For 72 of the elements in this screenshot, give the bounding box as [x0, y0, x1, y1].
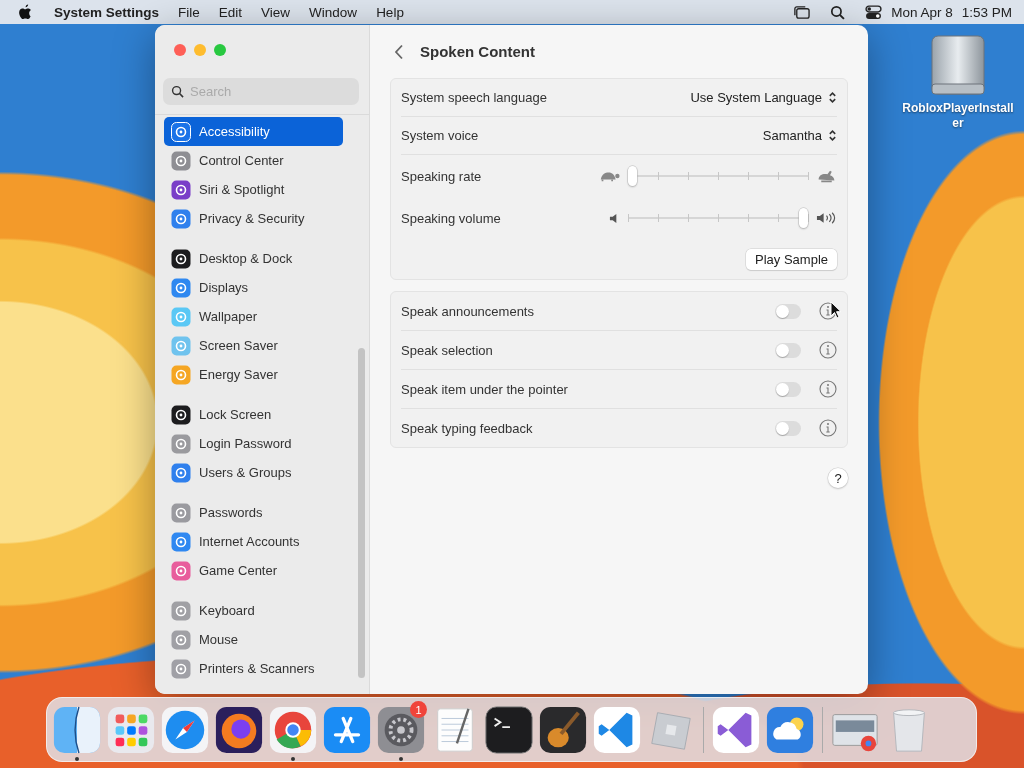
menu-item[interactable]: Edit [218, 4, 243, 20]
close-button[interactable] [174, 44, 186, 56]
slider-thumb[interactable] [628, 166, 637, 186]
info-icon[interactable] [819, 302, 837, 320]
toggle-switch[interactable] [775, 381, 801, 397]
windows-icon[interactable] [793, 4, 811, 20]
sidebar-item[interactable]: Keyboard [164, 596, 343, 625]
app-menu[interactable]: System Settings [54, 4, 160, 20]
setting-label: System speech language [401, 90, 547, 105]
sidebar-item[interactable]: Control Center [164, 146, 343, 175]
sidebar-item[interactable]: Login Password [164, 429, 343, 458]
apple-icon[interactable] [18, 3, 33, 21]
setting-label: System voice [401, 128, 479, 143]
sidebar-item[interactable]: Siri & Spotlight [164, 175, 343, 204]
setting-label: Speaking rate [401, 168, 482, 184]
zoom-button[interactable] [214, 44, 226, 56]
sidebar-item[interactable]: Screen Saver [164, 331, 343, 360]
date-text[interactable]: Mon Apr 8 [891, 4, 953, 20]
sidebar-item[interactable]: Mouse [164, 625, 343, 654]
toggle-switch[interactable] [775, 420, 801, 436]
code-brackets-icon[interactable] [592, 704, 642, 755]
sidebar-item[interactable]: Energy Saver [164, 360, 343, 389]
setting-label: Speak announcements [401, 303, 535, 319]
setting-label: Speak item under the pointer [401, 381, 569, 397]
split-square-icon[interactable] [52, 704, 102, 755]
popup-menu[interactable]: Samantha [762, 128, 837, 143]
globe-icon[interactable] [214, 704, 264, 755]
scroll-bar[interactable] [358, 348, 365, 678]
app-grid-icon[interactable] [106, 704, 156, 755]
menu-item[interactable]: Window [309, 4, 358, 20]
code-brackets-icon[interactable] [711, 704, 761, 755]
popup-menu[interactable]: Use System Language [690, 90, 837, 105]
cloud-icon[interactable] [765, 704, 815, 755]
sidebar-item[interactable]: Accessibility [164, 117, 343, 146]
sidebar-item[interactable]: Internet Accounts [164, 527, 343, 556]
page-title: Spoken Content [420, 43, 535, 60]
search-icon[interactable] [829, 4, 847, 20]
slider-thumb[interactable] [799, 208, 808, 228]
help-button[interactable]: ? [828, 468, 848, 488]
menu-item[interactable]: File [178, 4, 200, 20]
up-down-icon [828, 129, 837, 142]
menu-item[interactable]: Help [376, 4, 404, 20]
sidebar-item[interactable]: Printers & Scanners [164, 654, 343, 683]
menu-item[interactable]: View [261, 4, 291, 20]
sidebar-item[interactable]: Lock Screen [164, 400, 343, 429]
sidebar-item[interactable]: Users & Groups [164, 458, 343, 487]
setting-label: Speaking volume [401, 210, 501, 226]
setting-label: Speak typing feedback [401, 420, 534, 436]
sidebar-item[interactable]: Wallpaper [164, 302, 343, 331]
toggle-switch[interactable] [775, 342, 801, 358]
notification-badge: 1 [410, 701, 427, 718]
file-name: RobloxPlayerInstaller [901, 101, 1015, 131]
search-icon [171, 85, 184, 98]
up-down-icon [828, 91, 837, 104]
pointer-cursor-icon [830, 301, 842, 319]
sidebar-item[interactable]: Passwords [164, 498, 343, 527]
guitar-icon[interactable] [538, 704, 588, 755]
sidebar-item[interactable]: Game Center [164, 556, 343, 585]
toggle-switch[interactable] [775, 303, 801, 319]
play-sample-button[interactable]: Play Sample [746, 248, 837, 270]
back-button[interactable] [394, 43, 404, 60]
terminal-icon[interactable] [484, 704, 534, 755]
switches-icon[interactable] [865, 4, 883, 20]
time-text[interactable]: 1:53 PM [961, 4, 1012, 20]
disk-image-icon[interactable] [928, 34, 988, 96]
setting-label: Speak selection [401, 342, 494, 358]
gear-icon[interactable] [376, 704, 426, 755]
speaker-loud-icon [816, 211, 837, 225]
sidebar-item[interactable]: Privacy & Security [164, 204, 343, 233]
sidebar-item[interactable]: Desktop & Dock [164, 244, 343, 273]
sidebar-item[interactable]: Displays [164, 273, 343, 302]
ring-icon[interactable] [268, 704, 318, 755]
